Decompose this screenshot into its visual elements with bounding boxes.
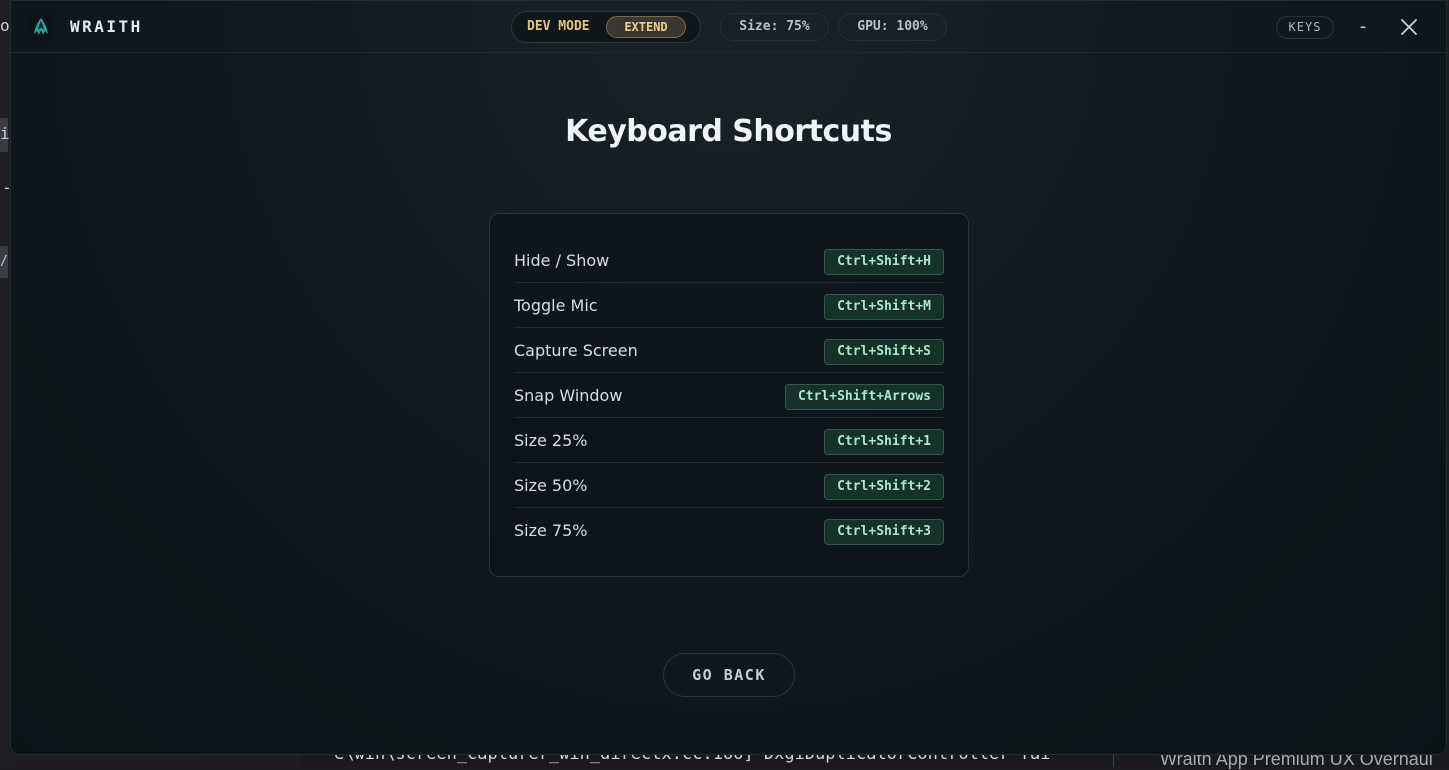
shortcut-action: Hide / Show	[514, 251, 610, 270]
shortcut-row: Capture Screen Ctrl+Shift+S	[514, 328, 944, 373]
shortcut-action: Size 25%	[514, 431, 588, 450]
shortcut-action: Size 50%	[514, 476, 588, 495]
page-title: Keyboard Shortcuts	[565, 114, 892, 149]
size-indicator[interactable]: Size: 75%	[720, 13, 829, 41]
wraith-logo-icon	[29, 15, 53, 39]
shortcut-row: Hide / Show Ctrl+Shift+H	[514, 238, 944, 283]
extend-button[interactable]: EXTEND	[606, 16, 686, 38]
shortcut-action: Snap Window	[514, 386, 623, 405]
shortcut-row: Toggle Mic Ctrl+Shift+M	[514, 283, 944, 328]
minimize-button[interactable]: -	[1351, 14, 1375, 40]
shortcut-action: Toggle Mic	[514, 296, 598, 315]
shortcut-keys: Ctrl+Shift+Arrows	[784, 384, 944, 410]
background-desktop	[0, 0, 10, 767]
shortcut-action: Capture Screen	[514, 341, 638, 360]
close-button[interactable]	[1399, 17, 1419, 37]
gpu-indicator[interactable]: GPU: 100%	[838, 13, 947, 41]
app-brand: WRAITH	[70, 17, 143, 36]
shortcut-keys: Ctrl+Shift+3	[824, 519, 944, 545]
shortcuts-panel: Hide / Show Ctrl+Shift+H Toggle Mic Ctrl…	[489, 213, 969, 577]
keys-button[interactable]: KEYS	[1276, 16, 1334, 39]
shortcut-keys: Ctrl+Shift+S	[824, 339, 944, 365]
shortcut-row: Size 25% Ctrl+Shift+1	[514, 418, 944, 463]
shortcut-keys: Ctrl+Shift+H	[824, 249, 944, 275]
background-text-fragment: o	[0, 16, 10, 35]
shortcut-keys: Ctrl+Shift+1	[824, 429, 944, 455]
close-icon	[1401, 19, 1417, 35]
shortcut-action: Size 75%	[514, 521, 588, 540]
wraith-window: WRAITH DEV MODE EXTEND Size: 75% GPU: 10…	[10, 0, 1447, 755]
shortcut-keys: Ctrl+Shift+M	[824, 294, 944, 320]
mode-switcher: DEV MODE EXTEND	[511, 11, 701, 43]
shortcut-row: Size 75% Ctrl+Shift+3	[514, 508, 944, 553]
title-bar[interactable]: WRAITH DEV MODE EXTEND Size: 75% GPU: 10…	[11, 1, 1446, 53]
shortcut-row: Snap Window Ctrl+Shift+Arrows	[514, 373, 944, 418]
shortcut-row: Size 50% Ctrl+Shift+2	[514, 463, 944, 508]
shortcut-keys: Ctrl+Shift+2	[824, 474, 944, 500]
go-back-button[interactable]: GO BACK	[663, 653, 795, 697]
dev-mode-label[interactable]: DEV MODE	[527, 19, 590, 34]
